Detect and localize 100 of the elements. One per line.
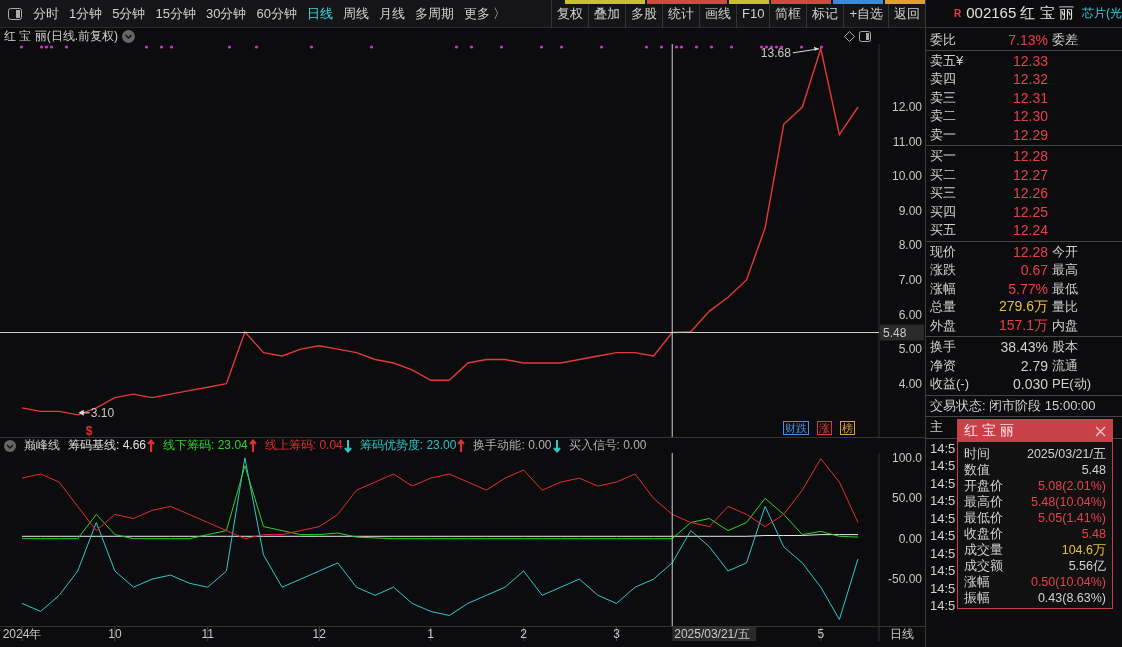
period-tab[interactable]: 周线 <box>337 4 374 23</box>
quote-label: 现价 <box>930 242 957 261</box>
toolbar-button[interactable]: 画线 <box>699 0 736 28</box>
popup-label: 涨幅 <box>964 574 990 590</box>
popup-value: 5.48(10.04%) <box>1030 494 1106 510</box>
bid-label: 买三 <box>930 184 957 203</box>
date-label: 5 <box>817 627 825 641</box>
date-label: 2 <box>520 627 527 641</box>
popup-value: 2025/03/21/五 <box>1026 446 1106 462</box>
quote-value: 0.67 <box>1019 262 1048 279</box>
date-label: 11 <box>201 627 214 641</box>
tick-time: 14:5 <box>930 510 956 528</box>
signal-mark: $ <box>85 423 93 437</box>
ask-price: 12.29 <box>1011 126 1048 143</box>
period-tab[interactable]: 1分钟 <box>64 4 108 23</box>
axis-label: 0.00 <box>898 531 922 546</box>
ask-label: 卖一 <box>930 125 957 144</box>
popup-value: 104.6万 <box>1061 542 1106 558</box>
popup-label: 数值 <box>964 462 990 478</box>
quote-label: 涨幅 <box>930 279 957 298</box>
quote-label: 最高 <box>1052 261 1078 280</box>
period-label: 日线 <box>890 627 914 641</box>
quote-value: 279.6万 <box>997 298 1048 317</box>
crosshair-date: 2025/03/21/五 <box>672 627 757 641</box>
period-tab[interactable]: 更多 〉 <box>458 4 512 23</box>
ask-label: 卖二 <box>930 107 957 126</box>
quote-value: 7.13% <box>1007 32 1048 49</box>
legend-value: 换手动能: 0.00 <box>473 437 552 454</box>
toolbar-button[interactable]: 统计 <box>662 0 699 28</box>
ask-price: 12.30 <box>1011 108 1048 125</box>
ref-line-label: 5.48 <box>883 325 907 340</box>
toolbar-button[interactable]: 返回 <box>888 0 925 28</box>
popup-value: 5.48 <box>1081 462 1106 478</box>
tick-time: 14:5 <box>930 545 956 563</box>
quote-label: 外盘 <box>930 316 957 335</box>
period-tab[interactable]: 5分钟 <box>107 4 151 23</box>
period-tab[interactable]: 月线 <box>373 4 410 23</box>
popup-label: 成交量 <box>964 542 1003 558</box>
ask-label: 卖五¥ <box>930 51 965 70</box>
quote-label: 换手 <box>930 338 957 357</box>
popup-value: 5.56亿 <box>1068 558 1106 574</box>
sector-tag[interactable]: 芯片(光 <box>1082 5 1122 22</box>
toolbar-button[interactable]: 简框 <box>769 0 807 28</box>
popup-value: 0.43(8.63%) <box>1037 590 1106 606</box>
bid-price: 12.25 <box>1011 203 1048 220</box>
ask-label: 卖四 <box>930 70 957 89</box>
chart-title: 红 宝 丽(日线.前复权) <box>4 27 118 45</box>
quote-label: 内盘 <box>1052 316 1078 335</box>
stock-code: 002165 红 宝 丽 <box>966 4 1074 23</box>
bid-label: 买一 <box>930 147 957 166</box>
quote-label: 委差 <box>1052 31 1078 50</box>
quote-label: 委比 <box>930 31 957 50</box>
tick-time: 14:5 <box>930 598 956 615</box>
popup-label: 开盘价 <box>964 478 1003 494</box>
tick-time: 14:5 <box>930 458 956 475</box>
toolbar-button[interactable]: 叠加 <box>588 0 625 28</box>
period-tab[interactable]: 30分钟 <box>200 4 252 23</box>
period-tab[interactable]: 多周期 <box>409 4 459 23</box>
bid-price: 12.28 <box>1011 148 1048 165</box>
ask-label: 卖三 <box>930 88 957 107</box>
bid-label: 买四 <box>930 202 957 221</box>
period-tab[interactable]: 15分钟 <box>150 4 201 23</box>
popup-label: 成交额 <box>964 558 1003 574</box>
axis-label: 100.0 <box>891 453 922 465</box>
axis-label: 7.00 <box>898 272 922 287</box>
popup-label: 时间 <box>964 446 990 462</box>
quote-label: 总量 <box>930 298 957 317</box>
flag-label: R <box>954 8 962 19</box>
tag-badge: 涨 <box>817 421 832 435</box>
indicator-name: 巅峰线 <box>24 437 60 454</box>
crosshair-value: 5.48 <box>880 324 924 341</box>
period-tab[interactable]: 分时 <box>28 4 64 23</box>
period-tab[interactable]: 60分钟 <box>251 4 302 23</box>
toolbar-button[interactable]: 复权 <box>551 0 588 28</box>
period-tab[interactable]: 日线 <box>301 4 338 23</box>
axis-label: 4.00 <box>898 376 922 391</box>
quote-label: 净资 <box>930 356 957 375</box>
quote-label: 涨跌 <box>930 261 957 280</box>
axis-label: 12.00 <box>891 99 922 114</box>
popup-label: 最低价 <box>964 510 1003 526</box>
toolbar-button[interactable]: 标记 <box>806 0 844 28</box>
popup-value: 5.05(1.41%) <box>1037 510 1106 526</box>
axis-label: -50.00 <box>887 572 922 587</box>
date-label: 1 <box>427 627 435 641</box>
legend-value: 买入信号: 0.00 <box>568 437 647 454</box>
toolbar-button[interactable]: +自选 <box>843 0 888 28</box>
section-title: 主 <box>930 418 943 437</box>
popup-label: 最高价 <box>964 494 1003 510</box>
tag-badge: 榜 <box>840 421 855 435</box>
popup-value: 0.50(10.04%) <box>1030 574 1106 590</box>
quote-label: 收益(-) <box>930 375 970 394</box>
axis-label: 6.00 <box>898 307 922 322</box>
toolbar-button[interactable]: F10 <box>736 0 770 28</box>
tick-time: 14:5 <box>930 528 956 545</box>
quote-label: 股本 <box>1052 338 1078 357</box>
quote-value: 157.1万 <box>997 316 1048 335</box>
popup-value: 5.48 <box>1081 526 1106 542</box>
ask-price: 12.31 <box>1011 89 1048 106</box>
toolbar-button[interactable]: 多股 <box>625 0 662 28</box>
quote-value: 2.79 <box>1019 357 1048 374</box>
